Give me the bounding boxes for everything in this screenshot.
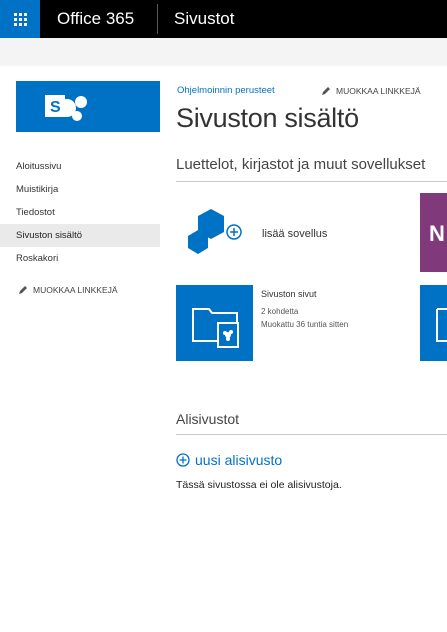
edit-links-top-button[interactable]: MUOKKAA LINKKEJÄ bbox=[321, 86, 421, 96]
library-tile-2[interactable] bbox=[420, 285, 447, 361]
page-title: Sivuston sisältö bbox=[176, 103, 359, 133]
waffle-icon bbox=[13, 12, 27, 26]
onenote-app-tile[interactable]: N bbox=[420, 193, 447, 272]
new-subsite-button[interactable]: uusi alisivusto bbox=[176, 452, 282, 468]
nav-item-site-contents[interactable]: Sivuston sisältö bbox=[0, 224, 160, 247]
add-app-label[interactable]: lisää sovellus bbox=[262, 228, 327, 240]
nav-item-notebook[interactable]: Muistikirja bbox=[0, 178, 160, 201]
no-subsites-message: Tässä sivustossa ei ole alisivustoja. bbox=[176, 479, 342, 491]
suite-divider bbox=[157, 4, 158, 34]
folder-icon bbox=[436, 308, 447, 342]
library-item-count: 2 kohdetta bbox=[261, 307, 299, 316]
site-breadcrumb-link[interactable]: Ohjelmoinnin perusteet bbox=[177, 85, 275, 96]
library-modified: Muokattu 36 tuntia sitten bbox=[261, 320, 349, 329]
library-title[interactable]: Sivuston sivut bbox=[261, 289, 317, 299]
edit-links-label: MUOKKAA LINKKEJÄ bbox=[33, 285, 118, 295]
ribbon-bar bbox=[0, 38, 447, 66]
edit-links-label: MUOKKAA LINKKEJÄ bbox=[336, 86, 421, 96]
nav-item-recycle-bin[interactable]: Roskakori bbox=[0, 247, 160, 270]
sharepoint-logo-icon: S bbox=[45, 95, 87, 121]
app-title[interactable]: Sivustot bbox=[174, 0, 234, 38]
section-divider bbox=[176, 181, 447, 182]
office365-brand[interactable]: Office 365 bbox=[57, 0, 134, 38]
add-app-icon bbox=[188, 209, 242, 254]
subsites-title: Alisivustot bbox=[176, 411, 240, 427]
onenote-letter: N bbox=[429, 221, 445, 246]
pencil-icon bbox=[19, 286, 27, 294]
suite-bar: Office 365 Sivustot bbox=[0, 0, 447, 38]
site-pages-library-tile[interactable] bbox=[176, 285, 253, 361]
edit-links-left-button[interactable]: MUOKKAA LINKKEJÄ bbox=[18, 285, 118, 295]
subsites-divider bbox=[176, 434, 447, 435]
folder-icon bbox=[192, 308, 239, 348]
svg-text:S: S bbox=[50, 99, 61, 116]
site-logo[interactable]: S bbox=[16, 81, 160, 132]
left-navigation: Aloitussivu Muistikirja Tiedostot Sivust… bbox=[0, 155, 160, 270]
add-app-button[interactable] bbox=[186, 206, 246, 262]
new-subsite-label: uusi alisivusto bbox=[195, 452, 283, 468]
section-title: Luettelot, kirjastot ja muut sovellukset bbox=[176, 156, 426, 173]
nav-item-documents[interactable]: Tiedostot bbox=[0, 201, 160, 224]
pencil-icon bbox=[322, 87, 330, 95]
plus-circle-icon bbox=[176, 453, 190, 467]
app-launcher-button[interactable] bbox=[0, 0, 40, 38]
nav-item-home[interactable]: Aloitussivu bbox=[0, 155, 160, 178]
